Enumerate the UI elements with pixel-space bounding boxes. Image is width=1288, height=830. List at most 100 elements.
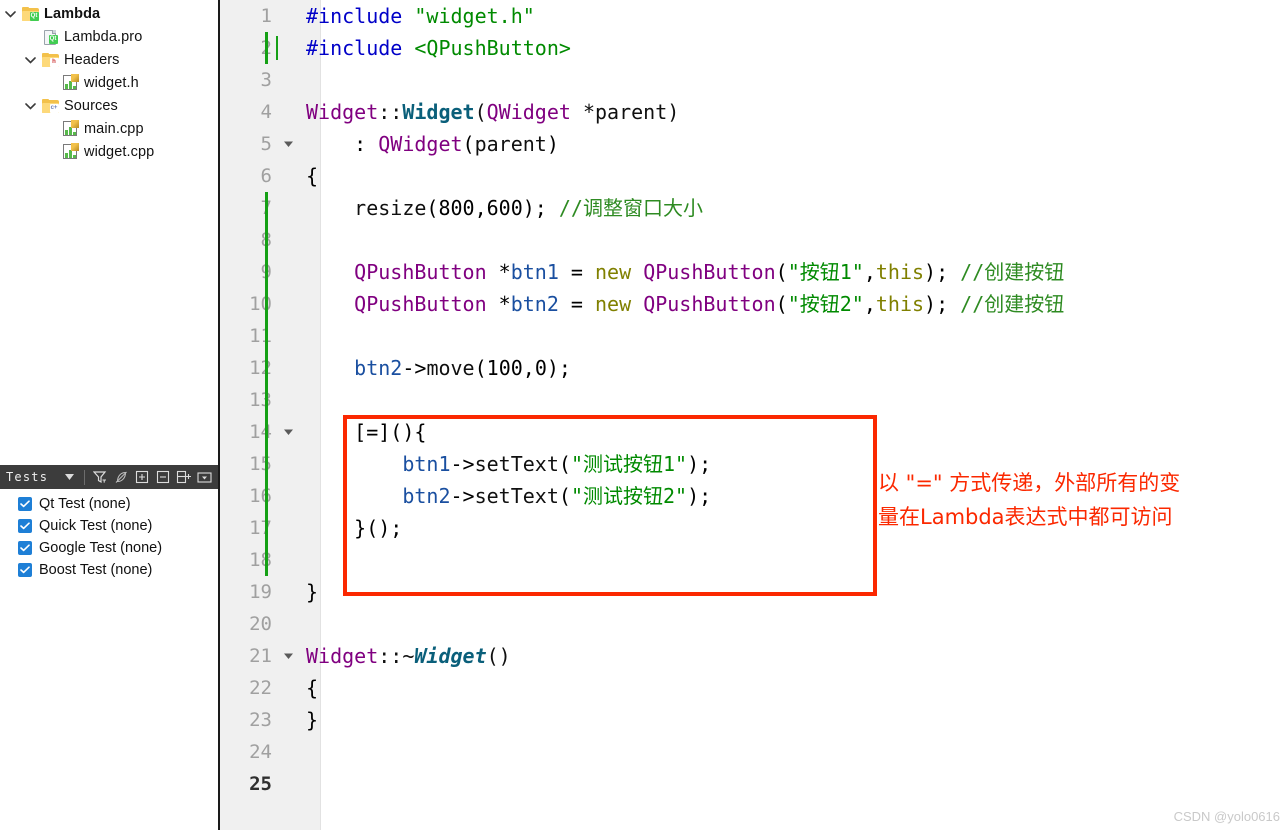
code-text: { (306, 676, 319, 700)
code-editor[interactable]: 1 #include "widget.h" 2#include <QPushButt… (220, 0, 1288, 830)
minus-box-icon[interactable] (153, 467, 172, 487)
code-line[interactable]: 20 (220, 608, 1288, 640)
project-tree[interactable]: Qt Lambda Qt Lambda.pro h Headers widget.h c+ So… (0, 0, 218, 465)
code-text: { (306, 164, 319, 188)
expand-node-icon[interactable] (174, 467, 193, 487)
tests-list[interactable]: Qt Test (none) Quick Test (none) Google Te… (0, 489, 218, 830)
line-number: 5 (260, 133, 272, 155)
code-line[interactable]: 22 { (220, 672, 1288, 704)
checkbox-checked-icon[interactable] (18, 541, 32, 555)
code-line[interactable]: 7 resize(800,600); //调整窗口大小 (220, 192, 1288, 224)
tree-item-widget-cpp[interactable]: widget.cpp (0, 140, 218, 163)
test-row[interactable]: Google Test (none) (0, 537, 218, 559)
tree-item-label: main.cpp (84, 120, 144, 137)
tree-item-sources[interactable]: c+ Sources (0, 94, 218, 117)
tree-item-label: Headers (64, 51, 120, 68)
change-bar (265, 192, 268, 224)
test-row[interactable]: Qt Test (none) (0, 493, 218, 515)
code-text: [=](){ (306, 420, 427, 444)
line-number: 4 (260, 101, 272, 123)
code-line[interactable]: 5 : QWidget(parent) (220, 128, 1288, 160)
checkbox-checked-icon[interactable] (18, 519, 32, 533)
change-bar (265, 288, 268, 320)
annotation-text: 以 "=" 方式传递，外部所有的变 量在Lambda表达式中都可访问 (878, 466, 1278, 534)
tree-item-label: widget.h (84, 74, 139, 91)
code-line[interactable]: 6{ (220, 160, 1288, 192)
change-bar (265, 320, 268, 352)
code-text: Widget::Widget(QWidget *parent) (306, 100, 680, 124)
chevron-down-icon[interactable] (20, 102, 40, 110)
line-number: 22 (249, 677, 272, 699)
code-line[interactable]: 9 QPushButton *btn1 = new QPushButton("按… (220, 256, 1288, 288)
tests-pane-title: Tests (6, 470, 49, 484)
test-label: Boost Test (none) (39, 562, 153, 578)
watermark: CSDN @yolo0616 (1173, 809, 1280, 824)
code-line[interactable]: 11 (220, 320, 1288, 352)
code-line[interactable]: 18 (220, 544, 1288, 576)
code-text: #include "widget.h" (306, 4, 535, 28)
code-line[interactable]: 2#include <QPushButton> (220, 32, 1288, 64)
code-line[interactable]: 10 QPushButton *btn2 = new QPushButton("… (220, 288, 1288, 320)
code-text: btn2->move(100,0); (354, 356, 571, 380)
plus-box-icon[interactable] (132, 467, 151, 487)
tree-item-label: Sources (64, 97, 118, 114)
code-line[interactable]: 19} (220, 576, 1288, 608)
chevron-down-icon[interactable] (0, 10, 20, 18)
source-file-icon (60, 142, 80, 160)
tree-item-label: widget.cpp (84, 143, 155, 160)
dropdown-box-icon[interactable] (195, 467, 214, 487)
qt-creator-window: Qt Lambda Qt Lambda.pro h Headers widget.h c+ So… (0, 0, 1288, 830)
code-lines[interactable]: 1 #include "widget.h" 2#include <QPushButt… (220, 0, 1288, 830)
tree-item-label: Lambda (44, 5, 101, 22)
toolbar-divider (84, 469, 86, 485)
code-line[interactable]: 3 (220, 64, 1288, 96)
chevron-down-icon[interactable] (60, 467, 79, 487)
fold-arrow-icon[interactable] (280, 416, 296, 448)
tree-item-lambda[interactable]: Qt Lambda (0, 2, 218, 25)
leaf-icon[interactable] (111, 467, 130, 487)
tree-item-lambda-pro[interactable]: Qt Lambda.pro (0, 25, 218, 48)
code-line[interactable]: 25 (220, 768, 1288, 800)
folder-cpp-icon: c+ (40, 98, 60, 113)
chevron-down-icon[interactable] (20, 56, 40, 64)
annotation-line-2: 量在Lambda表达式中都可访问 (878, 505, 1173, 529)
code-line[interactable]: 13 (220, 384, 1288, 416)
code-line[interactable]: 21 Widget::~Widget() (220, 640, 1288, 672)
code-text: resize(800,600); //调整窗口大小 (354, 196, 703, 220)
test-label: Qt Test (none) (39, 496, 131, 512)
checkbox-checked-icon[interactable] (18, 497, 32, 511)
code-line[interactable]: 4 Widget::Widget(QWidget *parent) (220, 96, 1288, 128)
code-line[interactable]: 12 btn2->move(100,0); (220, 352, 1288, 384)
code-text: } (306, 708, 319, 732)
change-bar (265, 480, 268, 512)
code-line[interactable]: 24 (220, 736, 1288, 768)
code-text: btn2->setText("测试按钮2"); (402, 484, 712, 508)
tree-item-widget-h[interactable]: widget.h (0, 71, 218, 94)
change-bar (265, 512, 268, 544)
change-bar (265, 352, 268, 384)
change-bar (265, 448, 268, 480)
tree-item-headers[interactable]: h Headers (0, 48, 218, 71)
fold-arrow-icon[interactable] (280, 128, 296, 160)
filter-icon[interactable] (90, 467, 109, 487)
code-line[interactable]: 14 [=](){ (220, 416, 1288, 448)
change-bar (265, 384, 268, 416)
test-row[interactable]: Boost Test (none) (0, 559, 218, 581)
change-bar (265, 32, 268, 64)
test-row[interactable]: Quick Test (none) (0, 515, 218, 537)
tree-item-main-cpp[interactable]: main.cpp (0, 117, 218, 140)
code-text: QPushButton *btn2 = new QPushButton("按钮2… (354, 292, 1065, 316)
fold-arrow-icon[interactable] (280, 640, 296, 672)
tests-pane-toolbar: Tests (0, 465, 218, 489)
code-text: #include <QPushButton> (306, 36, 571, 60)
change-bar (265, 224, 268, 256)
code-line[interactable]: 1 #include "widget.h" (220, 0, 1288, 32)
line-number: 19 (249, 581, 272, 603)
code-line[interactable]: 8 (220, 224, 1288, 256)
line-number: 3 (260, 69, 272, 91)
folder-h-icon: h (40, 52, 60, 67)
checkbox-checked-icon[interactable] (18, 563, 32, 577)
test-label: Quick Test (none) (39, 518, 153, 534)
line-number: 20 (249, 613, 272, 635)
code-line[interactable]: 23} (220, 704, 1288, 736)
